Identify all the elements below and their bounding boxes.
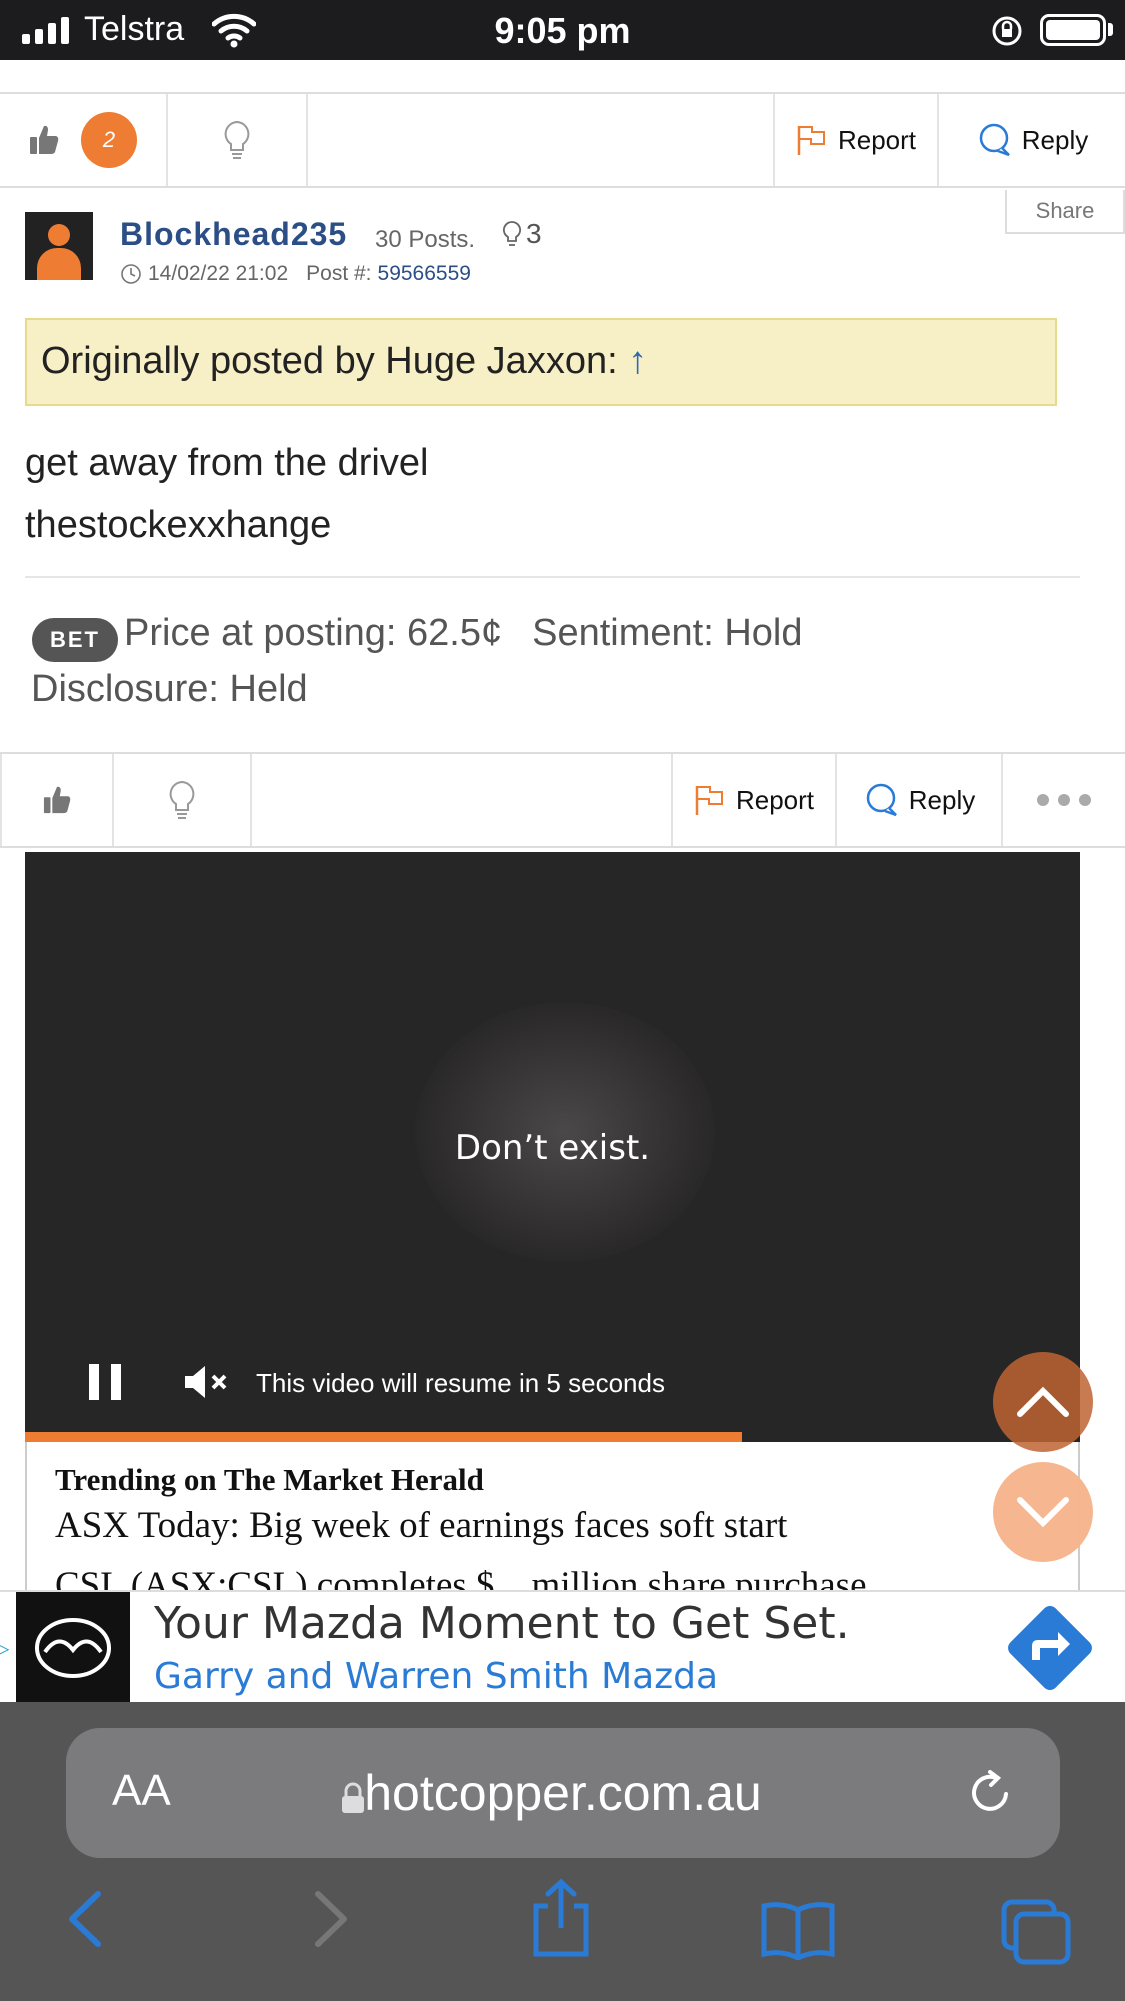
post-number-link[interactable]: 59566559: [378, 262, 471, 286]
post-body-line: thestockexxhange: [25, 504, 332, 546]
clock: 9:05 pm: [494, 10, 631, 51]
report-label: Report: [735, 784, 815, 815]
quote-attribution: Originally posted by Huge Jaxxon:: [41, 340, 618, 382]
trending-widget: Trending on The Market Herald ASX Today:…: [25, 1442, 1080, 1592]
tabs-icon[interactable]: [1000, 1898, 1072, 1966]
report-label: Report: [837, 124, 917, 155]
ad-headline: Your Mazda Moment to Get Set.: [154, 1598, 850, 1649]
muted-speaker-icon[interactable]: [183, 1362, 231, 1402]
price-at-posting: Price at posting: 62.5¢: [124, 612, 503, 654]
battery-tip: [1108, 23, 1113, 36]
ad-advertiser: Garry and Warren Smith Mazda: [154, 1656, 719, 1697]
pause-icon[interactable]: [89, 1364, 121, 1400]
video-progress-bar: [25, 1432, 743, 1442]
post-meta: 14/02/22 21:02 Post #: 59566559: [120, 262, 471, 286]
lightbulb-count: 3: [502, 218, 542, 250]
reply-button[interactable]: Reply: [837, 754, 1003, 846]
ticker-badge[interactable]: BET: [32, 618, 118, 662]
lightbulb-count-value: 3: [526, 218, 542, 249]
share-icon[interactable]: [530, 1878, 592, 1958]
quote-block: Originally posted by Huge Jaxxon: ↑: [25, 318, 1057, 406]
report-button[interactable]: Report: [773, 94, 939, 186]
orientation-lock-icon: [992, 16, 1022, 46]
bookmarks-icon[interactable]: [760, 1900, 836, 1960]
battery-icon: [1040, 14, 1106, 46]
disclosure: Disclosure: Held: [31, 668, 308, 710]
share-button[interactable]: Share: [1005, 190, 1125, 234]
post-number-label: Post #:: [306, 262, 372, 285]
more-options-button[interactable]: [1003, 754, 1125, 846]
sentiment: Sentiment: Hold: [532, 612, 803, 654]
post-body: get away from the drivel thestockexxhang…: [25, 432, 428, 556]
quote-jump-link[interactable]: ↑: [628, 340, 647, 382]
like-count-badge: 2: [81, 112, 137, 168]
video-ad-player[interactable]: Don’t exist. This video will resume in 5…: [25, 852, 1080, 1442]
post-action-bar: Report Reply: [0, 752, 1125, 848]
lightbulb-icon: [169, 780, 195, 819]
report-button[interactable]: Report: [671, 754, 837, 846]
url-text: hotcopper.com.au: [364, 1765, 762, 1821]
banner-ad[interactable]: ▷ Your Mazda Moment to Get Set. Garry an…: [0, 1590, 1125, 1704]
forward-icon[interactable]: [308, 1890, 352, 1948]
video-caption: Don’t exist.: [454, 1128, 651, 1168]
speech-bubble-icon: [979, 123, 1010, 157]
ellipsis-icon: [1037, 794, 1091, 806]
back-icon[interactable]: [64, 1890, 108, 1948]
post-body-line: get away from the drivel: [25, 442, 429, 484]
trending-item-link[interactable]: ASX Today: Big week of earnings faces so…: [55, 1504, 787, 1547]
trending-heading: Trending on The Market Herald: [55, 1462, 484, 1497]
like-button[interactable]: [0, 754, 114, 846]
flag-icon: [695, 786, 723, 815]
scroll-down-button[interactable]: [993, 1462, 1093, 1562]
flag-icon: [797, 126, 825, 155]
divider: [25, 576, 1080, 578]
post-timestamp: 14/02/22 21:02: [148, 262, 289, 285]
reply-label: Reply: [908, 784, 976, 815]
trending-item-link[interactable]: CSL (ASX:CSL) completes $... million sha…: [55, 1564, 867, 1592]
thumbs-up-icon: [43, 786, 71, 814]
chevron-up-icon: [1017, 1386, 1069, 1417]
lightbulb-icon: [224, 120, 250, 159]
thumbs-up-icon: [30, 125, 59, 154]
speech-bubble-icon: [866, 783, 897, 817]
reply-label: Reply: [1021, 124, 1089, 155]
resume-message: This video will resume in 5 seconds: [256, 1368, 665, 1398]
reload-icon[interactable]: [966, 1768, 1014, 1816]
previous-post-action-bar: 2 Report Reply: [0, 92, 1125, 188]
lightbulb-button[interactable]: [168, 94, 308, 186]
avatar[interactable]: [25, 212, 93, 280]
lightbulb-icon: [502, 221, 522, 246]
price-sentiment-line: Price at posting: 62.5¢ Sentiment: Hold: [124, 612, 803, 655]
post-count: 30 Posts.: [375, 226, 476, 253]
scroll-up-button[interactable]: [993, 1352, 1093, 1452]
directions-arrow-icon[interactable]: [1002, 1600, 1098, 1696]
reply-button[interactable]: Reply: [939, 94, 1125, 186]
chevron-down-icon: [1017, 1497, 1069, 1528]
clock-icon: [121, 264, 141, 284]
like-button[interactable]: 2: [0, 94, 168, 186]
mazda-logo: [16, 1592, 130, 1704]
lightbulb-button[interactable]: [114, 754, 252, 846]
adchoices-icon[interactable]: ▷: [0, 1636, 9, 1661]
address-bar[interactable]: AA hotcopper.com.au: [66, 1728, 1060, 1858]
username-link[interactable]: Blockhead235: [120, 216, 347, 253]
status-bar: Telstra 9:05 pm: [0, 0, 1125, 60]
